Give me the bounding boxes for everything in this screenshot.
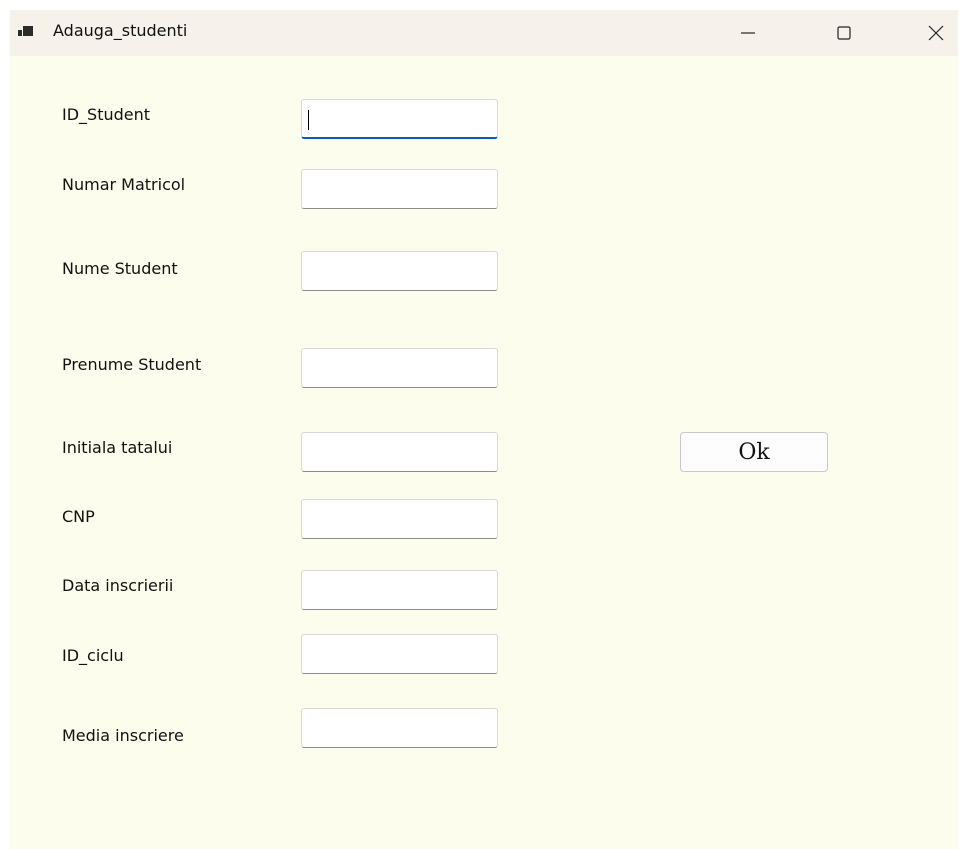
id-student-input[interactable] [301,99,498,139]
label-initiala-tatalui: Initiala tatalui [62,438,173,457]
cnp-input[interactable] [301,499,498,539]
label-prenume-student: Prenume Student [62,355,202,374]
label-media-inscriere: Media inscriere [62,726,184,745]
app-window-icon [18,24,34,40]
window-title: Adauga_studenti [53,21,188,40]
app-window: Adauga_studenti ID_Student Numar Matrico… [10,10,958,849]
prenume-student-input[interactable] [301,348,498,388]
minimize-button[interactable] [724,10,772,56]
ok-button[interactable]: Ok [680,432,828,472]
label-id-ciclu: ID_ciclu [62,646,124,665]
label-cnp: CNP [62,507,95,526]
close-button[interactable] [914,10,958,56]
maximize-icon [837,26,851,40]
minimize-icon [741,32,755,34]
label-numar-matricol: Numar Matricol [62,175,186,194]
close-icon [928,25,944,41]
data-inscrierii-input[interactable] [301,570,498,610]
numar-matricol-input[interactable] [301,169,498,209]
title-bar[interactable]: Adauga_studenti [10,10,958,56]
nume-student-input[interactable] [301,251,498,291]
label-data-inscrierii: Data inscrierii [62,576,174,595]
label-nume-student: Nume Student [62,259,178,278]
initiala-tatalui-input[interactable] [301,432,498,472]
id-ciclu-input[interactable] [301,634,498,674]
media-inscriere-input[interactable] [301,708,498,748]
maximize-button[interactable] [820,10,868,56]
label-id-student: ID_Student [62,105,151,124]
text-caret [308,110,309,130]
